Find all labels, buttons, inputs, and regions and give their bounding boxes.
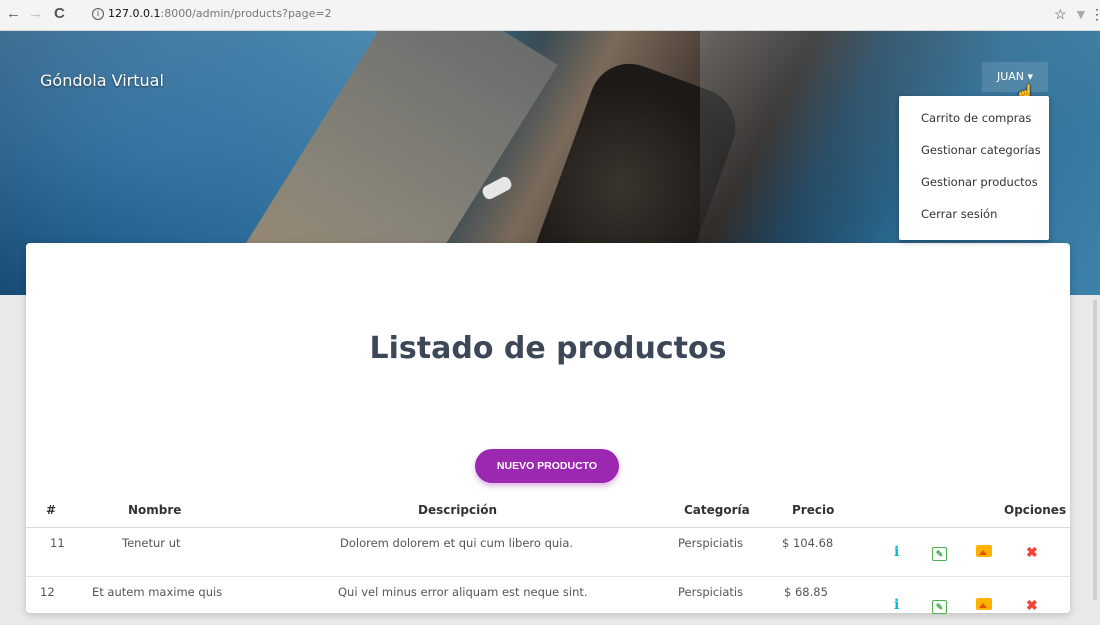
user-dropdown-menu: Carrito de compras Gestionar categorías … [899, 96, 1049, 240]
cell-description: Qui vel minus error aliquam est neque si… [338, 585, 588, 599]
browser-toolbar: ← → C i 127.0.0.1:8000/admin/products?pag… [0, 0, 1100, 31]
menu-item-cart[interactable]: Carrito de compras [899, 102, 1049, 134]
address-bar[interactable]: i 127.0.0.1:8000/admin/products?page=2 [92, 7, 332, 20]
edit-icon[interactable]: ✎ [932, 544, 947, 561]
cell-name: Tenetur ut [122, 536, 181, 550]
col-header-options: Opciones [1004, 503, 1067, 517]
col-header-id: # [46, 503, 57, 517]
table-row: 12 Et autem maxime quis Qui vel minus er… [26, 577, 1070, 625]
info-icon[interactable]: i [894, 544, 899, 560]
cell-id: 12 [40, 585, 55, 599]
bookmark-star-icon[interactable]: ☆ [1054, 6, 1067, 23]
image-icon[interactable] [976, 597, 992, 613]
col-header-category: Categoría [684, 503, 750, 517]
new-product-button[interactable]: NUEVO PRODUCTO [475, 449, 619, 483]
reload-button[interactable]: C [54, 6, 65, 22]
menu-item-categories[interactable]: Gestionar categorías [899, 134, 1049, 166]
cell-category: Perspiciatis [678, 536, 744, 550]
brand-logo-text[interactable]: Góndola Virtual [40, 71, 164, 90]
page-title: Listado de productos [369, 331, 727, 366]
cell-price: $ 104.68 [782, 536, 834, 550]
cell-price: $ 68.85 [784, 585, 828, 599]
url-host: 127.0.0.1 [108, 7, 161, 20]
url-path: :8000/admin/products?page=2 [160, 7, 332, 20]
site-info-icon[interactable]: i [92, 8, 104, 20]
col-header-name: Nombre [128, 503, 182, 517]
col-header-description: Descripción [418, 503, 497, 517]
back-button[interactable]: ← [6, 6, 21, 22]
main-card: Listado de productos NUEVO PRODUCTO # No… [26, 243, 1070, 614]
cell-name: Et autem maxime quis [92, 585, 223, 599]
menu-item-products[interactable]: Gestionar productos [899, 166, 1049, 198]
menu-item-logout[interactable]: Cerrar sesión [899, 198, 1049, 230]
page-scrollbar[interactable] [1093, 300, 1097, 600]
extension-icon[interactable]: ▼ [1074, 6, 1088, 22]
cell-description: Dolorem dolorem et qui cum libero quia. [340, 536, 574, 550]
forward-button[interactable]: → [28, 6, 43, 22]
image-icon[interactable] [976, 544, 992, 560]
browser-menu-icon[interactable]: ⋮ [1090, 6, 1100, 23]
cell-category: Perspiciatis [678, 585, 744, 599]
table-header: # Nombre Descripción Categoría Precio Op… [26, 497, 1070, 528]
delete-icon[interactable]: ✖ [1026, 544, 1038, 561]
info-icon[interactable]: i [894, 597, 899, 613]
table-row: 11 Tenetur ut Dolorem dolorem et qui cum… [26, 528, 1070, 577]
col-header-price: Precio [792, 503, 835, 517]
cell-id: 11 [50, 536, 65, 550]
